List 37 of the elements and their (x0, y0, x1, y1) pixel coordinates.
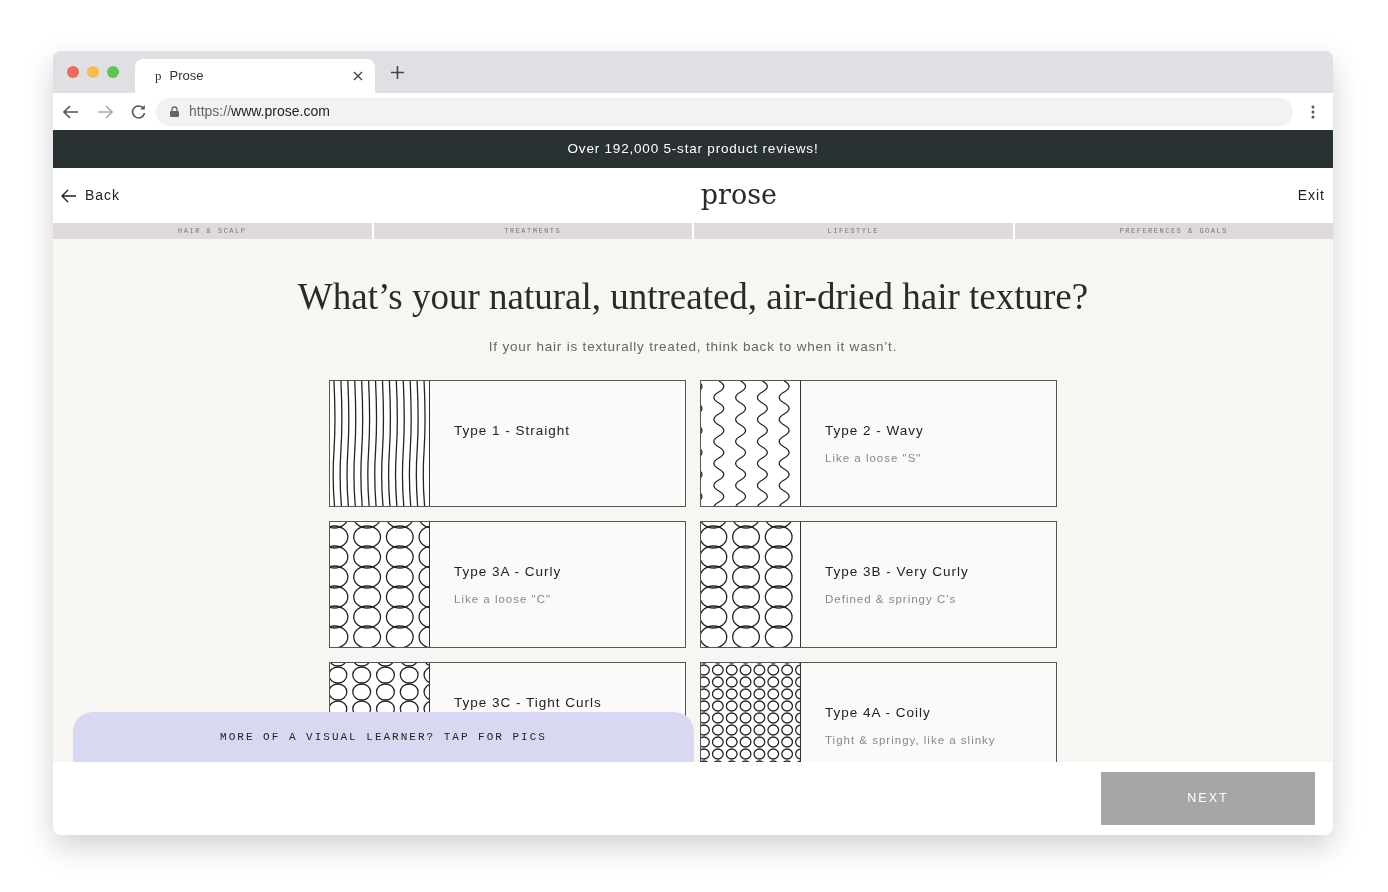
tab-title: Prose (169, 67, 205, 86)
option-title: Type 2 - Wavy (825, 421, 924, 440)
option-description: Like a loose "S" (825, 450, 923, 466)
back-arrow-icon[interactable] (63, 104, 79, 119)
address-bar[interactable]: https://www.prose.com (156, 97, 1293, 126)
option-title: Type 3C - Tight Curls (454, 693, 602, 712)
option-title: Type 4A - Coily (825, 703, 932, 722)
minimize-window-dot[interactable] (87, 66, 99, 78)
back-link[interactable]: Back (61, 185, 121, 206)
hair-type-option[interactable]: Type 3B - Very Curly Defined & springy C's (700, 520, 1057, 648)
new-tab-icon[interactable] (391, 65, 404, 79)
option-description: Tight & springy, like a slinky (825, 732, 996, 748)
url-text: https://www.prose.com (189, 102, 330, 121)
promo-banner: Over 192,000 5-star product reviews! (53, 130, 1333, 168)
more-menu-icon[interactable] (1311, 104, 1315, 119)
visual-learner-toast[interactable]: MORE OF A VISUAL LEARNER? TAP FOR PICS (73, 712, 694, 762)
close-window-dot[interactable] (67, 66, 79, 78)
exit-link[interactable]: Exit (1297, 185, 1325, 206)
question-hint: If your hair is texturally treated, think back to when it wasn’t. (487, 338, 899, 357)
logo[interactable]: prose (700, 175, 778, 216)
back-arrow-icon (61, 188, 77, 203)
option-title: Type 1 - Straight (454, 421, 571, 440)
browser-tab[interactable]: p Prose (135, 59, 375, 93)
reload-icon[interactable] (131, 104, 146, 119)
tab-favicon: p (155, 67, 162, 86)
hair-type-option[interactable]: Type 3A - Curly Like a loose "C" (329, 520, 686, 648)
option-title: Type 3B - Very Curly (825, 562, 969, 581)
question-title: What’s your natural, untreated, air-dried hair texture? (296, 275, 1090, 319)
hair-type-option[interactable]: Type 2 - Wavy Like a loose "S" (700, 379, 1057, 507)
hair-type-option[interactable]: Type 1 - Straight (329, 379, 686, 507)
lock-icon (170, 106, 179, 117)
hair-type-option[interactable]: Type 4A - Coily Tight & springy, like a slinky (700, 661, 1057, 762)
option-title: Type 3A - Curly (454, 562, 562, 581)
close-icon[interactable] (353, 71, 363, 81)
maximize-window-dot[interactable] (107, 66, 119, 78)
option-description: Like a loose "C" (454, 591, 553, 607)
option-description: Defined & springy C's (825, 591, 958, 607)
